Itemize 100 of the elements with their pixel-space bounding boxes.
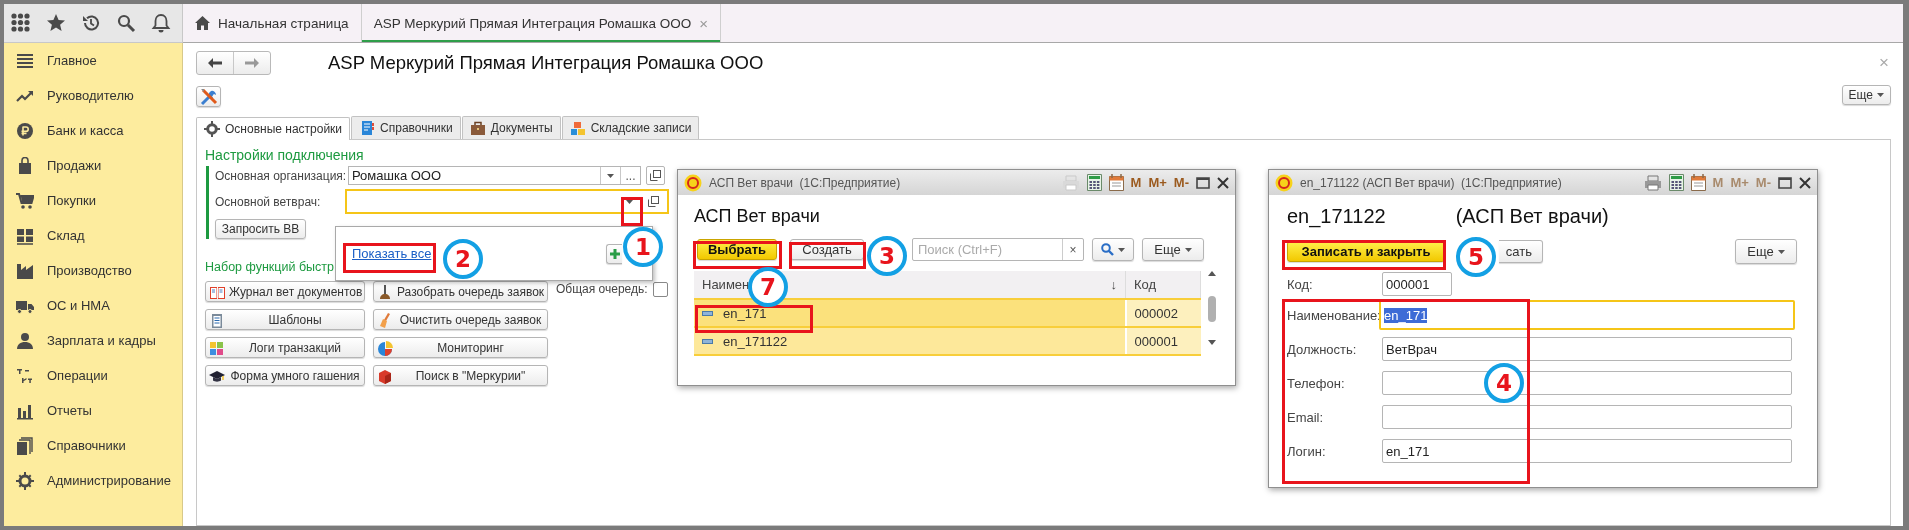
printer-icon[interactable]: [1643, 174, 1662, 191]
request-button[interactable]: Запросить ВВ: [215, 219, 306, 239]
field-label: Телефон:: [1287, 375, 1346, 391]
scroll-up-icon: [1208, 271, 1217, 276]
sidebar-item[interactable]: Администрирование: [4, 463, 182, 498]
text-field[interactable]: en_171: [1379, 300, 1795, 330]
search-button[interactable]: [1092, 238, 1134, 261]
more-button[interactable]: Еще: [1142, 238, 1204, 261]
sidebar-item[interactable]: Покупки: [4, 183, 182, 218]
star-icon[interactable]: [46, 13, 66, 33]
calendar-icon[interactable]: [1690, 174, 1706, 191]
search-icon[interactable]: [116, 13, 136, 33]
briefcase-icon: [469, 120, 486, 136]
field-label: Код:: [1287, 276, 1314, 292]
sidebar-item[interactable]: Производство: [4, 253, 182, 288]
caret-icon: [1777, 249, 1785, 254]
more-button[interactable]: Еще: [1735, 239, 1797, 264]
sidebar-item[interactable]: Руководителю: [4, 78, 182, 113]
app-logo-icon: [684, 173, 702, 192]
search-field[interactable]: Поиск (Ctrl+F) ×: [912, 238, 1084, 261]
sidebar-item[interactable]: Операции: [4, 358, 182, 393]
text-field[interactable]: en_171: [1382, 439, 1792, 463]
close-icon[interactable]: [1217, 176, 1229, 189]
factory-icon: [16, 261, 34, 280]
bell-icon[interactable]: [151, 13, 171, 33]
memory-button[interactable]: M-: [1173, 175, 1189, 190]
sidebar-item[interactable]: Отчеты: [4, 393, 182, 428]
column-header[interactable]: Код: [1125, 271, 1201, 299]
sidebar-item[interactable]: Справочники: [4, 428, 182, 463]
sort-arrow[interactable]: ↓: [1110, 277, 1117, 292]
more-button[interactable]: Еще: [1841, 85, 1891, 105]
history-icon[interactable]: [81, 13, 101, 33]
function-button[interactable]: Логи транзакций: [205, 337, 365, 358]
vet-field[interactable]: [345, 189, 669, 214]
open-button[interactable]: [646, 166, 665, 185]
arrow-left-icon: [208, 58, 222, 68]
broom-icon: [377, 311, 393, 328]
tab[interactable]: Складские записи: [561, 116, 700, 139]
item-icon: [702, 310, 713, 316]
grid-icon: [16, 226, 34, 245]
table-cell: en_171: [723, 305, 767, 321]
show-all-link[interactable]: Показать все: [352, 246, 432, 261]
cart-icon: [16, 191, 34, 210]
table-row[interactable]: en_171122: [694, 327, 1126, 355]
open-window-icon: [650, 170, 661, 181]
add-button[interactable]: [606, 243, 622, 264]
tab[interactable]: Документы: [461, 116, 561, 139]
sidebar-item[interactable]: ОС и НМА: [4, 288, 182, 323]
home-icon: [195, 16, 210, 30]
dropdown-icon: [625, 199, 633, 204]
maximize-icon[interactable]: [1778, 176, 1792, 189]
text-field[interactable]: ВетВрач: [1382, 337, 1792, 361]
text-field[interactable]: [1382, 371, 1792, 395]
function-button[interactable]: Шаблоны: [205, 309, 365, 330]
sidebar-item[interactable]: Продажи: [4, 148, 182, 183]
organization-field[interactable]: Ромашка ООО ...: [348, 166, 641, 185]
field-label: Основная организация:: [215, 168, 348, 183]
table-row[interactable]: en_171: [694, 299, 1126, 327]
navigation-buttons[interactable]: [196, 51, 271, 75]
table-cell: 000001: [1125, 327, 1201, 355]
dialog-heading: en_171122: [1287, 205, 1386, 227]
dialog-heading: АСП Вет врачи: [694, 205, 820, 227]
function-button[interactable]: Разобрать очередь заявок: [373, 281, 548, 302]
function-button[interactable]: Форма умного гашения: [205, 365, 365, 386]
maximize-icon[interactable]: [1196, 176, 1210, 189]
field-label: Наименование:: [1287, 307, 1382, 323]
calculator-icon[interactable]: [1668, 174, 1684, 191]
calculator-icon[interactable]: [1086, 174, 1102, 191]
sidebar-item[interactable]: Главное: [4, 43, 182, 78]
tab[interactable]: Начальная страница: [183, 4, 362, 42]
item-icon: [702, 338, 713, 344]
function-button[interactable]: Поиск в "Меркурии": [373, 365, 548, 386]
open-window-icon: [647, 196, 659, 207]
apps-grid-icon[interactable]: [11, 13, 31, 33]
sidebar-item[interactable]: Банк и касса: [4, 113, 182, 148]
checkbox[interactable]: [652, 282, 668, 297]
function-button[interactable]: Мониторинг: [373, 337, 548, 358]
tab[interactable]: Основные настройки: [196, 117, 351, 140]
tab[interactable]: ASP Меркурий Прямая Интеграция Ромашка ООО ×: [361, 4, 722, 42]
close-icon[interactable]: [1799, 176, 1811, 189]
save-button[interactable]: сать: [1499, 240, 1543, 263]
memory-button[interactable]: M+: [1148, 175, 1167, 190]
code-field[interactable]: 000001: [1382, 272, 1452, 296]
text-field[interactable]: [1382, 405, 1792, 429]
window-title: АСП Вет врачи (1С:Предприятие): [709, 175, 902, 190]
memory-button[interactable]: M: [1130, 175, 1142, 190]
window-title: en_171122 (АСП Вет врачи) (1С:Предприятие): [1300, 175, 1563, 190]
address-book-icon: [359, 120, 376, 136]
sidebar-item[interactable]: Склад: [4, 218, 182, 253]
function-button[interactable]: Очистить очередь заявок: [373, 309, 548, 330]
pie-chart-icon: [377, 339, 393, 356]
function-button[interactable]: Журнал вет документов: [205, 281, 365, 302]
caret-icon: [1184, 247, 1192, 252]
tab[interactable]: Справочники: [351, 116, 461, 139]
calendar-icon[interactable]: [1108, 174, 1124, 191]
ruble-coin-icon: [16, 121, 34, 140]
person-icon: [16, 331, 34, 350]
puzzle-icon: [209, 339, 225, 356]
sidebar-item[interactable]: Зарплата и кадры: [4, 323, 182, 358]
caret-icon: [1877, 93, 1884, 97]
